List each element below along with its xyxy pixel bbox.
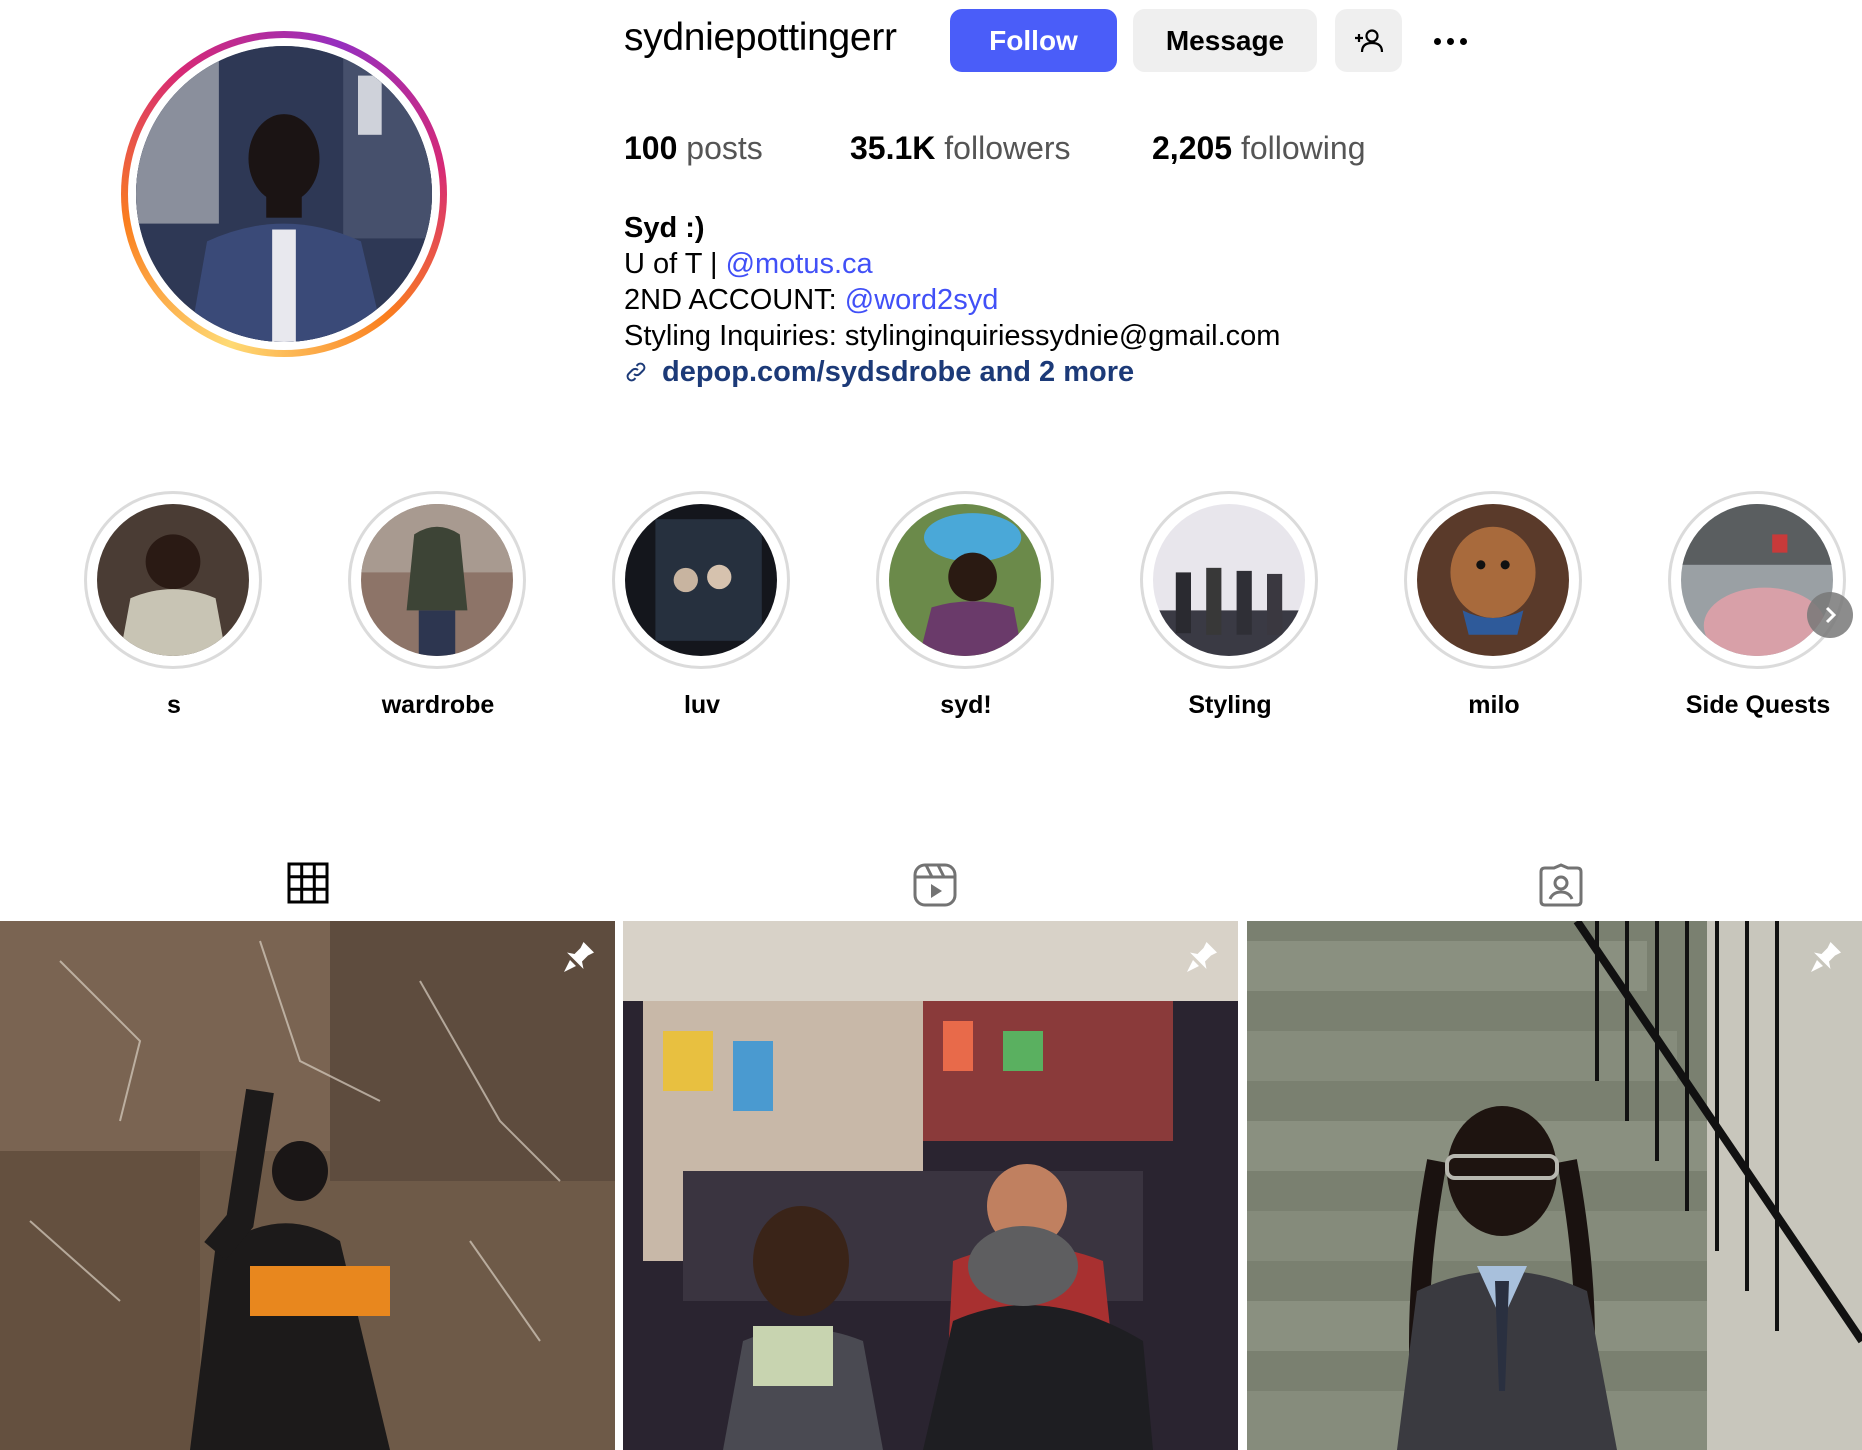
tab-posts[interactable] xyxy=(243,845,373,925)
highlight-styling[interactable]: Styling xyxy=(1140,491,1320,720)
tab-tagged[interactable] xyxy=(1496,845,1626,925)
highlights-next-button[interactable] xyxy=(1807,592,1853,638)
reels-icon xyxy=(913,863,957,907)
grid-icon xyxy=(287,862,329,904)
bio-external-link[interactable]: depop.com/sydsdrobe and 2 more xyxy=(624,354,1280,390)
bio-line-inquiries: Styling Inquiries: stylinginquiriessydni… xyxy=(624,320,1281,352)
highlight-s[interactable]: s xyxy=(84,491,264,720)
highlight-label: milo xyxy=(1468,691,1520,719)
highlight-label: Side Quests xyxy=(1685,691,1831,719)
highlight-syd[interactable]: syd! xyxy=(876,491,1056,720)
highlight-label: wardrobe xyxy=(381,691,495,719)
pinned-icon xyxy=(564,942,594,972)
followers-stat[interactable]: 35.1K followers xyxy=(850,130,1071,167)
post-tile[interactable] xyxy=(623,921,1238,1450)
bio-mention-motus[interactable]: @motus.ca xyxy=(726,248,873,280)
chevron-right-icon xyxy=(1825,606,1837,624)
add-person-icon xyxy=(1354,28,1383,52)
profile-username: sydniepottingerr xyxy=(624,16,897,59)
post-tile[interactable] xyxy=(0,921,615,1450)
bio-mention-word2syd[interactable]: @word2syd xyxy=(845,284,999,316)
highlight-luv[interactable]: luv xyxy=(612,491,792,720)
post-tile[interactable] xyxy=(1247,921,1862,1450)
highlight-wardrobe[interactable]: wardrobe xyxy=(348,491,528,720)
highlight-label: s xyxy=(167,691,181,719)
bio-line-second-account: 2ND ACCOUNT: @word2syd xyxy=(624,284,999,316)
follow-button[interactable]: Follow xyxy=(950,9,1117,72)
highlight-label: Styling xyxy=(1188,691,1272,719)
post-image xyxy=(0,921,615,1450)
highlight-milo[interactable]: milo xyxy=(1404,491,1584,720)
posts-stat: 100 posts xyxy=(624,130,763,166)
message-button[interactable]: Message xyxy=(1133,9,1317,72)
avatar-photo xyxy=(136,46,432,342)
suggest-accounts-button[interactable] xyxy=(1335,9,1402,72)
post-image xyxy=(623,921,1238,1450)
highlight-label: luv xyxy=(683,691,721,719)
post-image xyxy=(1247,921,1862,1450)
profile-avatar[interactable] xyxy=(121,31,447,357)
tab-reels[interactable] xyxy=(870,845,1000,925)
tagged-icon xyxy=(1539,863,1583,907)
pinned-icon xyxy=(1187,942,1217,972)
highlight-label: syd! xyxy=(940,691,992,719)
following-stat[interactable]: 2,205 following xyxy=(1152,130,1365,167)
pinned-icon xyxy=(1811,942,1841,972)
bio-line-school: U of T | @motus.ca xyxy=(624,248,873,280)
bio-display-name: Syd :) xyxy=(624,212,705,244)
more-options-icon[interactable] xyxy=(1420,18,1480,64)
link-icon xyxy=(626,362,646,382)
profile-bio: Syd :) U of T | @motus.ca 2ND ACCOUNT: @… xyxy=(624,210,1280,390)
